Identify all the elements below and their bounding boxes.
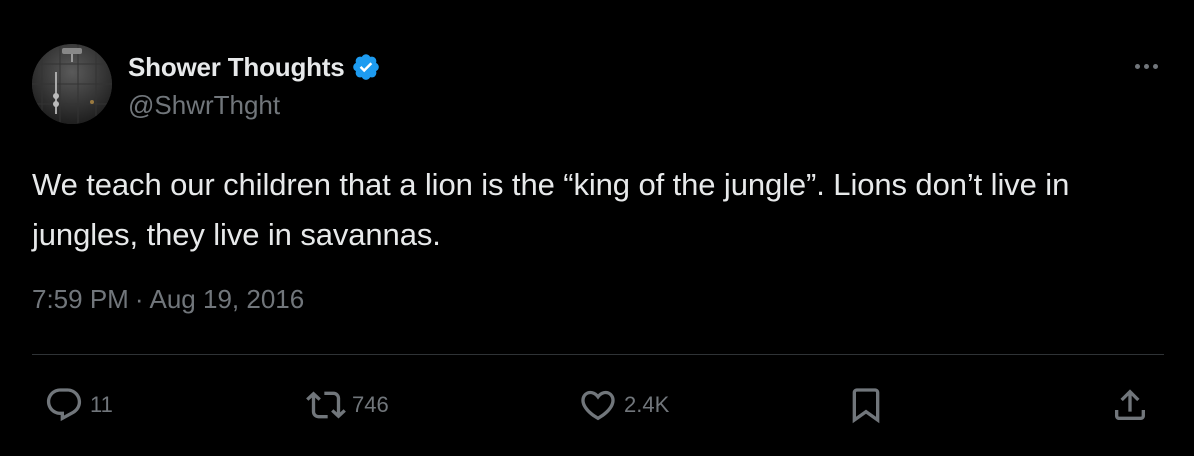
- bookmark-button[interactable]: [846, 380, 886, 430]
- reply-button[interactable]: 11: [44, 380, 113, 430]
- bookmark-icon: [852, 388, 880, 424]
- divider: [32, 354, 1164, 355]
- reply-icon: [46, 388, 82, 422]
- tweet-date: Aug 19, 2016: [149, 284, 305, 314]
- retweet-count: 746: [352, 392, 389, 417]
- like-icon: [581, 390, 615, 421]
- share-button[interactable]: [1110, 380, 1150, 430]
- verified-badge-icon[interactable]: [351, 52, 381, 82]
- more-icon[interactable]: [1128, 56, 1164, 76]
- like-button[interactable]: 2.4K: [578, 380, 669, 430]
- avatar-image: [32, 44, 112, 124]
- author-display-name[interactable]: Shower Thoughts: [128, 52, 345, 83]
- tweet-card: Shower Thoughts @ShwrThght We teach our …: [0, 0, 1194, 456]
- retweet-button[interactable]: 746: [306, 380, 389, 430]
- share-icon: [1115, 389, 1145, 420]
- tweet-text: We teach our children that a lion is the…: [32, 167, 1070, 252]
- author-name-row: Shower Thoughts: [128, 50, 381, 84]
- reply-count: 11: [90, 392, 113, 417]
- author-handle[interactable]: @ShwrThght: [128, 90, 280, 121]
- like-count: 2.4K: [624, 392, 670, 417]
- meta-separator: ·: [134, 284, 144, 314]
- retweet-icon: [306, 391, 346, 419]
- tweet-time: 7:59 PM: [32, 284, 129, 314]
- avatar[interactable]: [32, 44, 112, 124]
- action-bar: 11 746 2.4K: [0, 380, 1194, 430]
- tweet-timestamp[interactable]: 7:59 PM · Aug 19, 2016: [32, 284, 304, 315]
